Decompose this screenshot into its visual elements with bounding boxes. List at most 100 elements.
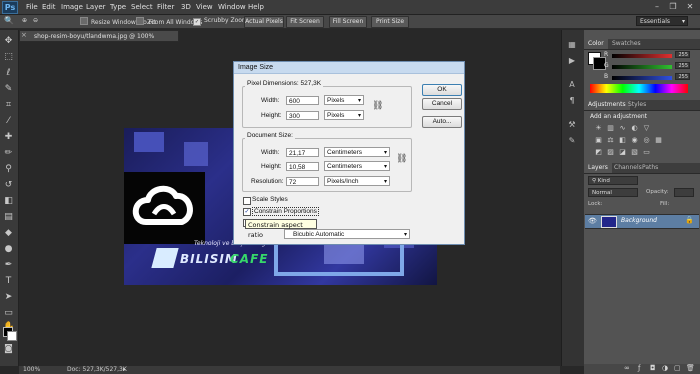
path-selection-tool-icon[interactable]: ➤: [3, 292, 14, 303]
menu-select[interactable]: Select: [131, 3, 153, 11]
lasso-tool-icon[interactable]: ℓ: [3, 68, 14, 79]
threshold-icon[interactable]: ◪: [618, 148, 627, 156]
tab-swatches[interactable]: Swatches: [608, 39, 645, 49]
layer-row[interactable]: 👁 Background 🔒: [585, 214, 699, 229]
actual-pixels-button[interactable]: Actual Pixels: [244, 16, 284, 28]
channel-mixer-icon[interactable]: ◎: [642, 136, 651, 144]
quick-select-tool-icon[interactable]: ✎: [3, 84, 14, 95]
brush-tool-icon[interactable]: ✏: [3, 148, 14, 159]
opacity-field[interactable]: [674, 188, 694, 197]
blue-slider[interactable]: [612, 76, 672, 80]
layer-filter-select[interactable]: ⚲ Kind: [588, 176, 638, 185]
actions-panel-icon[interactable]: ▶: [566, 56, 578, 66]
gradient-tool-icon[interactable]: ▤: [3, 212, 14, 223]
chevron-right-icon[interactable]: ▸: [123, 366, 126, 374]
color-lookup-icon[interactable]: ▦: [654, 136, 663, 144]
menu-edit[interactable]: Edit: [42, 3, 56, 11]
history-panel-icon[interactable]: ▦: [566, 40, 578, 50]
brush-panel-icon[interactable]: ✎: [566, 136, 578, 146]
marquee-tool-icon[interactable]: ⬚: [3, 52, 14, 63]
doc-height-unit-select[interactable]: Centimeters ▾: [324, 161, 390, 171]
history-brush-tool-icon[interactable]: ↺: [3, 180, 14, 191]
menu-window[interactable]: Window: [218, 3, 246, 11]
constrain-proportions-checkbox[interactable]: ✓: [243, 208, 251, 216]
curves-icon[interactable]: ∿: [618, 124, 627, 132]
quick-mask-icon[interactable]: ◙: [3, 344, 14, 355]
move-tool-icon[interactable]: ✥: [3, 36, 14, 47]
scale-styles-checkbox[interactable]: [243, 197, 251, 205]
dodge-tool-icon[interactable]: ●: [3, 244, 14, 255]
color-balance-icon[interactable]: ⚖: [606, 136, 615, 144]
doc-height-input[interactable]: 10,58: [286, 162, 319, 171]
height-unit-select[interactable]: Pixels ▾: [324, 110, 364, 120]
menu-type[interactable]: Type: [110, 3, 126, 11]
menu-file[interactable]: File: [26, 3, 38, 11]
clone-stamp-tool-icon[interactable]: ⚲: [3, 164, 14, 175]
red-value[interactable]: 255: [675, 51, 690, 58]
menu-image[interactable]: Image: [61, 3, 83, 11]
resolution-unit-select[interactable]: Pixels/Inch ▾: [324, 176, 390, 186]
zoom-level[interactable]: 100%: [23, 366, 40, 374]
type-tool-icon[interactable]: T: [3, 276, 14, 287]
tab-paths[interactable]: Paths: [638, 163, 662, 173]
menu-filter[interactable]: Filter: [157, 3, 174, 11]
tab-layers[interactable]: Layers: [584, 163, 612, 173]
color-spectrum[interactable]: [590, 84, 688, 93]
black-white-icon[interactable]: ◧: [618, 136, 627, 144]
menu-3d[interactable]: 3D: [181, 3, 191, 11]
fill-screen-button[interactable]: Fill Screen: [329, 16, 367, 28]
menu-layer[interactable]: Layer: [86, 3, 106, 11]
exposure-icon[interactable]: ◐: [630, 124, 639, 132]
mask-icon[interactable]: ◘: [650, 364, 656, 372]
type-panel-icon[interactable]: A: [566, 80, 578, 90]
fit-screen-button[interactable]: Fit Screen: [286, 16, 324, 28]
shape-tool-icon[interactable]: ▭: [3, 308, 14, 319]
height-input[interactable]: 300: [286, 111, 319, 120]
constrain-proportions-label[interactable]: Constrain Proportions: [252, 207, 319, 216]
print-size-button[interactable]: Print Size: [371, 16, 409, 28]
visibility-eye-icon[interactable]: 👁: [588, 217, 597, 225]
restore-icon[interactable]: ❐: [666, 2, 680, 12]
healing-brush-tool-icon[interactable]: ✚: [3, 132, 14, 143]
blur-tool-icon[interactable]: ◆: [3, 228, 14, 239]
tool-presets-icon[interactable]: ⚒: [566, 120, 578, 130]
resolution-input[interactable]: 72: [286, 177, 319, 186]
eraser-tool-icon[interactable]: ◧: [3, 196, 14, 207]
new-layer-icon[interactable]: ▢: [674, 364, 681, 372]
blue-value[interactable]: 255: [675, 73, 690, 80]
gradient-map-icon[interactable]: ▭: [642, 148, 651, 156]
ok-button[interactable]: OK: [422, 84, 462, 96]
zoom-out-icon[interactable]: ⊖: [33, 17, 38, 24]
brightness-icon[interactable]: ☀: [594, 124, 603, 132]
tab-styles[interactable]: Styles: [624, 100, 650, 110]
auto-button[interactable]: Auto...: [422, 116, 462, 128]
blend-mode-select[interactable]: Normal: [588, 188, 638, 197]
doc-width-input[interactable]: 21,17: [286, 148, 319, 157]
document-tab[interactable]: shop-resim-boyu/tlandwma.jpg @ 100% (RGB…: [19, 30, 179, 52]
vibrance-icon[interactable]: ▽: [642, 124, 651, 132]
background-color-swatch[interactable]: [7, 331, 17, 341]
levels-icon[interactable]: ▥: [606, 124, 615, 132]
doc-width-unit-select[interactable]: Centimeters ▾: [324, 147, 390, 157]
crop-tool-icon[interactable]: ⌗: [3, 100, 14, 111]
tab-color[interactable]: Color: [584, 39, 608, 49]
scale-styles-label[interactable]: Scale Styles: [252, 196, 288, 203]
workspace-select[interactable]: Essentials ▾: [636, 16, 688, 26]
paragraph-panel-icon[interactable]: ¶: [566, 96, 578, 106]
trash-icon[interactable]: 🗑: [686, 364, 695, 372]
pen-tool-icon[interactable]: ✒: [3, 260, 14, 271]
hue-saturation-icon[interactable]: ▣: [594, 136, 603, 144]
layer-name[interactable]: Background: [621, 217, 657, 224]
width-unit-select[interactable]: Pixels ▾: [324, 95, 364, 105]
fx-icon[interactable]: ƒ: [638, 364, 640, 372]
tab-adjustments[interactable]: Adjustments: [584, 100, 630, 110]
red-slider[interactable]: [612, 54, 672, 58]
width-input[interactable]: 600: [286, 96, 319, 105]
green-value[interactable]: 255: [675, 62, 690, 69]
invert-icon[interactable]: ◩: [594, 148, 603, 156]
resample-method-select[interactable]: Bicubic Automatic ▾: [284, 229, 410, 239]
eyedropper-tool-icon[interactable]: ⁄: [3, 116, 14, 127]
zoom-in-icon[interactable]: ⊕: [22, 17, 27, 24]
scrubby-zoom-checkbox[interactable]: ✓ Scrubby Zoom: [193, 17, 248, 26]
green-slider[interactable]: [612, 65, 672, 69]
